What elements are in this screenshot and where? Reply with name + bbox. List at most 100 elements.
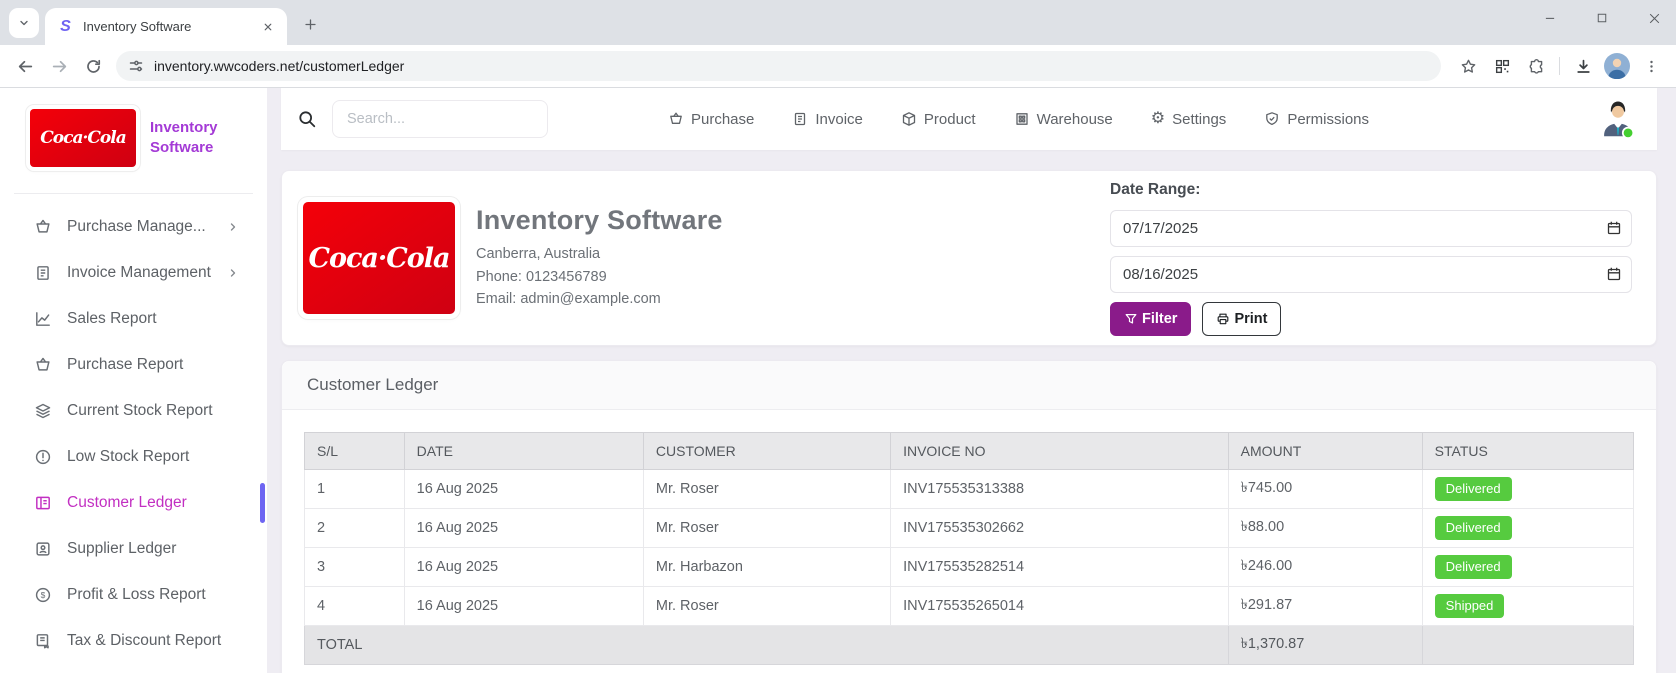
col-status: STATUS <box>1422 433 1633 470</box>
bookmark-button[interactable] <box>1451 49 1485 83</box>
tab-search-button[interactable] <box>9 8 39 38</box>
tab-title: Inventory Software <box>83 19 259 34</box>
printer-icon <box>1216 312 1230 326</box>
company-info: Inventory Software Canberra, Australia P… <box>476 205 723 312</box>
customer-ledger-card: Customer Ledger S/L DATE CUSTOMER <box>281 360 1657 673</box>
nav-settings[interactable]: ⚙ Settings <box>1151 111 1227 128</box>
extensions-button[interactable] <box>1519 49 1553 83</box>
qr-scan-icon <box>1494 58 1511 75</box>
sidebar-item-invoice-management[interactable]: Invoice Management <box>0 250 267 296</box>
search-input[interactable] <box>332 100 548 138</box>
active-indicator <box>260 483 265 523</box>
date-range-block: Date Range: <box>1110 181 1632 336</box>
supplier-icon <box>34 540 52 558</box>
company-name: Inventory Software <box>476 205 723 236</box>
table-row: 1 16 Aug 2025 Mr. Roser INV175535313388 … <box>305 470 1634 509</box>
nav-warehouse[interactable]: Warehouse <box>1014 111 1113 128</box>
cart-icon <box>668 111 684 127</box>
company-email: Email: admin@example.com <box>476 288 723 311</box>
status-badge: Delivered <box>1435 555 1512 579</box>
browser-toolbar: inventory.wwcoders.net/customerLedger <box>0 45 1676 88</box>
nav-purchase[interactable]: Purchase <box>668 111 754 128</box>
table-row: 4 16 Aug 2025 Mr. Roser INV175535265014 … <box>305 587 1634 626</box>
chart-icon <box>34 310 52 328</box>
reload-button[interactable] <box>76 49 110 83</box>
forward-arrow-icon <box>51 58 68 75</box>
receipt-icon <box>34 632 52 650</box>
lens-button[interactable] <box>1485 49 1519 83</box>
user-avatar[interactable] <box>1595 96 1641 142</box>
browser-tab-strip: Inventory Software <box>0 0 1676 45</box>
alert-circle-icon <box>34 448 52 466</box>
cart-icon <box>34 356 52 374</box>
sidebar-item-low-stock-report[interactable]: Low Stock Report <box>0 434 267 480</box>
nav-product[interactable]: Product <box>901 111 976 128</box>
page-content: Coca·Cola Inventory Software Canberra, A… <box>281 150 1657 673</box>
top-navigation: Purchase Invoice Product <box>668 111 1369 128</box>
filter-button[interactable]: Filter <box>1110 302 1191 336</box>
chevron-down-icon <box>18 17 30 29</box>
back-arrow-icon <box>17 58 34 75</box>
kebab-menu-icon <box>1644 59 1659 74</box>
nav-permissions[interactable]: Permissions <box>1264 111 1369 128</box>
app-topbar: Purchase Invoice Product <box>281 88 1657 150</box>
warehouse-icon <box>1014 111 1030 127</box>
window-controls <box>1538 6 1666 30</box>
sidebar: Coca·Cola Inventory Software Purchase Ma… <box>0 88 267 673</box>
chevron-right-icon <box>227 221 239 233</box>
print-button[interactable]: Print <box>1202 302 1281 336</box>
reload-icon <box>85 58 102 75</box>
start-date-input[interactable] <box>1110 210 1632 247</box>
profile-avatar <box>1604 53 1630 79</box>
new-tab-button[interactable] <box>295 9 325 39</box>
sidebar-item-purchase-management[interactable]: Purchase Manage... <box>0 204 267 250</box>
ledger-card-icon <box>34 494 52 512</box>
tab-close-icon[interactable] <box>259 18 277 36</box>
ledger-card-header: Customer Ledger <box>282 361 1656 410</box>
chevron-right-icon <box>227 267 239 279</box>
company-logo: Coca·Cola <box>303 202 455 314</box>
sidebar-item-current-stock-report[interactable]: Current Stock Report <box>0 388 267 434</box>
status-badge: Delivered <box>1435 477 1512 501</box>
window-close-button[interactable] <box>1642 6 1666 30</box>
browser-tab[interactable]: Inventory Software <box>45 8 287 45</box>
date-range-label: Date Range: <box>1110 181 1632 199</box>
sidebar-divider <box>14 193 253 194</box>
box-icon <box>901 111 917 127</box>
company-logo-text: Coca·Cola <box>308 243 449 274</box>
nav-invoice[interactable]: Invoice <box>792 111 863 128</box>
cart-icon <box>34 218 52 236</box>
company-logo-text: Coca·Cola <box>40 128 126 148</box>
browser-menu-button[interactable] <box>1634 49 1668 83</box>
app-name: Inventory Software <box>150 118 242 158</box>
dollar-circle-icon: $ <box>34 586 52 604</box>
sidebar-item-supplier-ledger[interactable]: Supplier Ledger <box>0 526 267 572</box>
sidebar-item-tax-discount-report[interactable]: Tax & Discount Report <box>0 618 267 664</box>
main-area: Purchase Invoice Product <box>267 88 1676 673</box>
back-button[interactable] <box>8 49 42 83</box>
sidebar-item-profit-loss-report[interactable]: $ Profit & Loss Report <box>0 572 267 618</box>
ledger-table: S/L DATE CUSTOMER INVOICE NO AMOUNT STAT… <box>304 432 1634 665</box>
star-icon <box>1460 58 1477 75</box>
sidebar-brand: Coca·Cola Inventory Software <box>0 103 267 173</box>
sidebar-item-sales-report[interactable]: Sales Report <box>0 296 267 342</box>
company-phone: Phone: 0123456789 <box>476 266 723 289</box>
toolbar-divider <box>1559 57 1560 75</box>
site-settings-icon[interactable] <box>128 58 144 74</box>
total-amount: ৳1,370.87 <box>1228 626 1422 665</box>
window-minimize-button[interactable] <box>1538 6 1562 30</box>
downloads-button[interactable] <box>1566 49 1600 83</box>
browser-profile-button[interactable] <box>1600 49 1634 83</box>
sidebar-menu: Purchase Manage... Invoice Management Sa <box>0 204 267 664</box>
total-label: TOTAL <box>305 626 1229 665</box>
funnel-icon <box>1124 312 1138 326</box>
address-bar[interactable]: inventory.wwcoders.net/customerLedger <box>116 51 1441 81</box>
download-icon <box>1575 58 1592 75</box>
sidebar-item-customer-ledger[interactable]: Customer Ledger <box>0 480 267 526</box>
sidebar-item-purchase-report[interactable]: Purchase Report <box>0 342 267 388</box>
window-maximize-button[interactable] <box>1590 6 1614 30</box>
col-sl: S/L <box>305 433 405 470</box>
status-badge: Delivered <box>1435 516 1512 540</box>
forward-button[interactable] <box>42 49 76 83</box>
end-date-input[interactable] <box>1110 256 1632 293</box>
